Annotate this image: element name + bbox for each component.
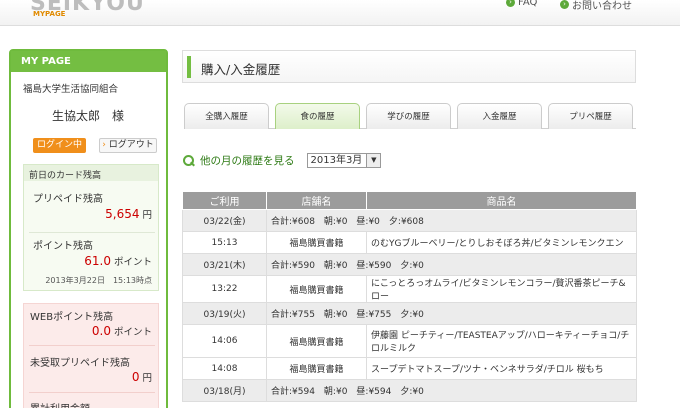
tab-learning-history[interactable]: 学びの履歴 (366, 103, 451, 129)
table-row-day: 03/22(金) 合計:¥608 朝:¥0 昼:¥0 夕:¥608 (182, 209, 637, 232)
tab-food-history[interactable]: 食の履歴 (275, 103, 360, 129)
web-point-value: 0.0 ポイント (92, 324, 152, 338)
prepaid-balance-unit: 円 (142, 210, 152, 221)
history-tabs: 全購入履歴 食の履歴 学びの履歴 入金履歴 プリペ履歴 (184, 103, 636, 129)
tx-items: にこっとろっオムライ/ビタミンレモンコラー/贅沢番茶ピーチ&ロー (366, 275, 637, 303)
point-balance-amount: 61.0 (84, 254, 111, 268)
column-header-items: 商品名 (366, 191, 637, 210)
day-summary: 合計:¥594 朝:¥0 昼:¥594 夕:¥0 (266, 379, 637, 402)
tx-items: スープデトマトスープ/ツナ・ベンネサラダ/チロル 桜もち (366, 357, 637, 380)
search-icon (183, 154, 195, 167)
divider (29, 232, 155, 233)
day-date: 03/18(月) (182, 379, 267, 402)
point-balance-unit: ポイント (113, 257, 152, 268)
month-selector: 他の月の履歴を見る 2013年3月 ▼ (183, 153, 382, 168)
web-point-label: WEBポイント残高 (30, 312, 114, 323)
point-balance-value: 61.0 ポイント (84, 254, 152, 268)
tx-store: 福島購買書籍 (266, 324, 367, 358)
page-title: 購入/入金履歴 (201, 62, 281, 77)
web-point-amount: 0.0 (91, 324, 111, 338)
table-header-row: ご利用 店舗名 商品名 (182, 191, 637, 210)
day-summary: 合計:¥608 朝:¥0 昼:¥0 夕:¥608 (266, 209, 637, 232)
tx-time: 15:13 (182, 231, 267, 254)
card-balance-heading: 前日のカード残高 (24, 165, 158, 181)
column-header-usage: ご利用 (182, 191, 267, 210)
divider (29, 345, 155, 346)
tx-store: 福島購買書籍 (266, 357, 367, 380)
arrow-right-icon: › (560, 0, 569, 9)
day-summary: 合計:¥590 朝:¥0 昼:¥590 夕:¥0 (266, 253, 637, 276)
table-row-day: 03/18(月) 合計:¥594 朝:¥0 昼:¥594 夕:¥0 (182, 379, 637, 402)
arrow-right-icon: › (506, 0, 515, 7)
login-status-badge: ログイン中 (33, 138, 86, 153)
web-point-unit: ポイント (113, 327, 152, 338)
unreceived-prepaid-label: 未受取プリペイド残高 (30, 358, 130, 369)
contact-link[interactable]: › お問い合わせ (560, 0, 632, 12)
logout-button[interactable]: › ログアウト (99, 138, 157, 153)
site-header: SEIKYOU MYPAGE › FAQ › お問い合わせ (0, 0, 680, 26)
table-row-day: 03/21(木) 合計:¥590 朝:¥0 昼:¥590 夕:¥0 (182, 253, 637, 276)
tx-time: 14:06 (182, 324, 267, 358)
history-table: ご利用 店舗名 商品名 03/22(金) 合計:¥608 朝:¥0 昼:¥0 夕… (182, 191, 637, 402)
page-title-bar: 購入/入金履歴 (182, 50, 636, 83)
total-usage-label: 累計利用金額 (30, 400, 90, 408)
day-date: 03/22(金) (182, 209, 267, 232)
month-select-value: 2013年3月 (310, 155, 363, 166)
sidebar-title: MY PAGE (11, 51, 166, 72)
arrow-right-icon: › (102, 140, 106, 150)
table-row-day: 03/19(火) 合計:¥755 朝:¥0 昼:¥755 夕:¥0 (182, 302, 637, 325)
prepaid-balance-value: 5,654 円 (105, 207, 152, 221)
table-row: 15:13 福島購買書籍 のむYGブルーベリー/とりしおそぼろ丼/ビタミンレモン… (182, 231, 637, 254)
web-point-panel: WEBポイント残高 0.0ポイント 未受取プリペイド残高 0円 累計利用金額 (23, 303, 159, 408)
unreceived-prepaid-value: 0円 (132, 370, 152, 384)
tx-time: 14:08 (182, 357, 267, 380)
unreceived-prepaid-unit: 円 (142, 373, 152, 384)
day-date: 03/19(火) (182, 302, 267, 325)
balance-timestamp: 2013年3月22日 15:13時点 (45, 276, 152, 285)
card-balance-panel: 前日のカード残高 プリペイド残高 5,654 円 ポイント残高 61.0 ポイント … (23, 164, 159, 291)
logout-button-label: ログアウト (108, 140, 154, 150)
tx-store: 福島購買書籍 (266, 275, 367, 303)
day-date: 03/21(木) (182, 253, 267, 276)
mypage-sidebar: MY PAGE 福島大学生活協同組合 生協太郎 様 ログイン中 › ログアウト … (9, 49, 168, 408)
prepaid-balance-amount: 5,654 (105, 207, 140, 221)
tx-items: 伊藤園 ピーチティー/TEASTEAアップ/ハローキティーチョコ/チロルミルク (366, 324, 637, 358)
site-logo-sub: MYPAGE (33, 10, 66, 18)
tab-deposit-history[interactable]: 入金履歴 (457, 103, 542, 129)
tx-store: 福島購買書籍 (266, 231, 367, 254)
table-row: 13:22 福島購買書籍 にこっとろっオムライ/ビタミンレモンコラー/贅沢番茶ピ… (182, 275, 637, 303)
divider (29, 392, 155, 393)
tx-time: 13:22 (182, 275, 267, 303)
contact-link-label: お問い合わせ (572, 1, 632, 12)
month-selector-label: 他の月の履歴を見る (200, 155, 295, 167)
chevron-down-icon: ▼ (366, 154, 381, 167)
prepaid-balance-label: プリペイド残高 (33, 194, 103, 205)
faq-link-label: FAQ (518, 0, 538, 8)
faq-link[interactable]: › FAQ (506, 0, 537, 8)
tx-items: のむYGブルーベリー/とりしおそぼろ丼/ビタミンレモンクエン (366, 231, 637, 254)
table-row: 14:08 福島購買書籍 スープデトマトスープ/ツナ・ベンネサラダ/チロル 桜も… (182, 357, 637, 380)
user-name: 生協太郎 様 (52, 109, 125, 123)
tab-prepaid-history[interactable]: プリペ履歴 (548, 103, 633, 129)
title-accent (187, 56, 191, 78)
org-name: 福島大学生活協同組合 (23, 84, 119, 95)
table-row: 14:06 福島購買書籍 伊藤園 ピーチティー/TEASTEAアップ/ハローキテ… (182, 324, 637, 358)
month-select[interactable]: 2013年3月 ▼ (306, 153, 382, 168)
day-summary: 合計:¥755 朝:¥0 昼:¥755 夕:¥0 (266, 302, 637, 325)
unreceived-prepaid-amount: 0 (131, 370, 140, 384)
tab-all-purchases[interactable]: 全購入履歴 (184, 103, 269, 129)
column-header-store: 店舗名 (266, 191, 367, 210)
point-balance-label: ポイント残高 (33, 241, 93, 252)
